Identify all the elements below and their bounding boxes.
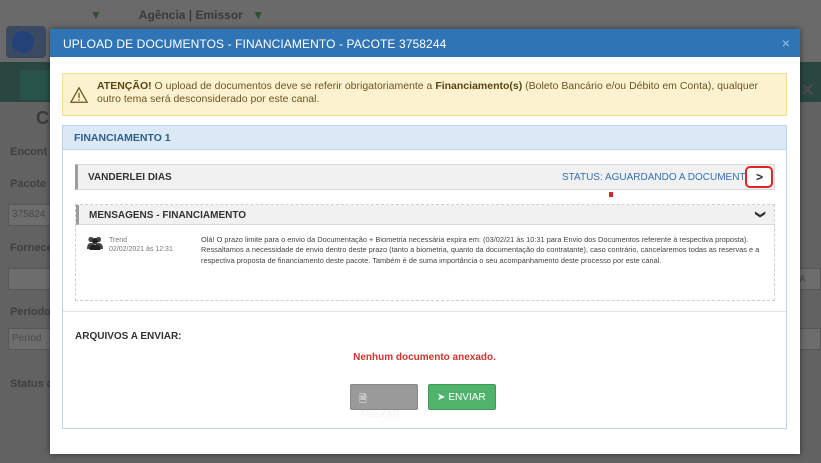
file-icon: 🗎: [359, 394, 368, 405]
background-heading: C: [36, 108, 49, 128]
messages-title: MENSAGENS - FINANCIAMENTO: [89, 210, 247, 221]
close-icon[interactable]: ×: [782, 35, 790, 51]
background-label-fornece: Fornece: [10, 242, 53, 254]
expand-button[interactable]: >: [745, 166, 773, 188]
warning-icon: [70, 86, 88, 103]
upload-modal: UPLOAD DE DOCUMENTOS - FINANCIAMENTO - P…: [50, 29, 800, 454]
financing-panel: FINANCIAMENTO 1 VANDERLEI DIAS STATUS: A…: [62, 125, 787, 429]
message-timestamp: 02/02/2021 às 12:31: [109, 246, 173, 253]
no-documents-message: Nenhum documento anexado.: [353, 352, 496, 363]
alert-bold: Financiamento(s): [435, 80, 523, 92]
messages-panel: MENSAGENS - FINANCIAMENTO ❯ Trend 02/02/…: [75, 204, 775, 301]
background-topnav: ▼ Agência | Emissor ▼: [90, 8, 264, 22]
message-text: Olá! O prazo limite para o envio da Docu…: [201, 235, 760, 265]
alert-text-1: O upload de documentos deve se referir o…: [151, 80, 436, 92]
chevron-down-icon[interactable]: ❯: [754, 210, 765, 218]
topnav-dropdown-icon-2: ▼: [252, 8, 265, 22]
message-user: Trend: [109, 237, 128, 244]
topnav-dropdown-icon: ▼: [90, 8, 102, 22]
financing-header: FINANCIAMENTO 1: [63, 126, 786, 150]
warning-alert: ATENÇÃO! O upload de documentos deve se …: [62, 73, 787, 116]
paper-plane-icon: ➤: [437, 392, 446, 403]
background-label-encont: Encont: [10, 146, 48, 158]
person-row[interactable]: VANDERLEI DIAS STATUS: AGUARDANDO A DOCU…: [75, 164, 775, 190]
chevron-right-icon: >: [756, 170, 764, 184]
modal-title: UPLOAD DE DOCUMENTOS - FINANCIAMENTO - P…: [63, 37, 447, 51]
attach-button[interactable]: 🗎 ANEXAR: [350, 384, 418, 420]
topnav-label: Agência | Emissor: [138, 8, 243, 22]
alert-text: ATENÇÃO! O upload de documentos deve se …: [97, 80, 777, 106]
person-name: VANDERLEI DIAS: [88, 172, 172, 183]
send-button[interactable]: ➤ ENVIAR: [428, 384, 496, 410]
annotation-dot: [609, 192, 613, 197]
messages-header[interactable]: MENSAGENS - FINANCIAMENTO ❯: [76, 205, 774, 225]
status-badge: STATUS: AGUARDANDO A DOCUMENTAÇÃO: [562, 172, 774, 183]
background-label-periodo: Período: [10, 306, 51, 318]
message-author: Trend 02/02/2021 às 12:31: [109, 236, 173, 254]
send-label: ENVIAR: [448, 392, 486, 403]
users-icon: [87, 236, 103, 250]
alert-prefix: ATENÇÃO!: [97, 80, 152, 92]
company-logo: [6, 26, 46, 58]
background-close-icon: ✕: [800, 80, 816, 100]
files-label: ARQUIVOS A ENVIAR:: [75, 331, 182, 342]
attach-label: ANEXAR: [359, 409, 401, 420]
divider: [63, 311, 786, 312]
background-label-pacote: Pacote: [10, 178, 47, 190]
background-label-status: Status d: [10, 378, 54, 390]
modal-header: UPLOAD DE DOCUMENTOS - FINANCIAMENTO - P…: [50, 29, 800, 57]
